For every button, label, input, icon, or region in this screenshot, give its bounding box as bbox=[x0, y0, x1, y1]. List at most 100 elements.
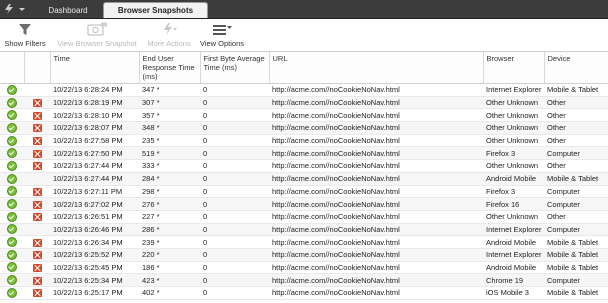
error-x-icon bbox=[32, 276, 42, 285]
checkmark-icon bbox=[7, 110, 17, 121]
error-x-icon bbox=[32, 162, 42, 171]
snapshot-icon bbox=[86, 21, 108, 37]
table-row[interactable]: 10/22/13 6:26:34 PM 239 * 0 http://acme.com… bbox=[0, 235, 608, 249]
url-cell: http://acme.com//noCookieNoNav.html bbox=[269, 197, 483, 211]
device-cell: Computer bbox=[544, 185, 608, 199]
table-row[interactable]: 10/22/13 6:28:07 PM 348 * 0 http://acme.com… bbox=[0, 121, 608, 135]
table-row[interactable]: 10/22/13 6:27:50 PM 519 * 0 http://acme.com… bbox=[0, 146, 608, 161]
table-row[interactable]: 10/22/13 6:26:51 PM 227 * 0 http://acme.com… bbox=[0, 210, 608, 224]
more-actions-button[interactable]: More Actions bbox=[145, 21, 193, 49]
table-row[interactable]: 10/22/13 6:27:02 PM 276 * 0 http://acme.com… bbox=[0, 197, 608, 211]
checkmark-icon bbox=[7, 262, 17, 273]
table-row[interactable]: 10/22/13 6:26:46 PM 286 * 0 http://acme.com… bbox=[0, 223, 608, 237]
time-cell: 10/22/13 6:27:11 PM bbox=[50, 185, 139, 199]
tab-browser-snapshots[interactable]: Browser Snapshots bbox=[103, 2, 208, 18]
device-column-header[interactable]: Device bbox=[544, 52, 608, 84]
table-header-row: Time End User Response Time (ms) First B… bbox=[0, 52, 608, 84]
status-cell bbox=[0, 273, 24, 287]
lightning-icon bbox=[161, 21, 177, 37]
browser-cell: Internet Explorer bbox=[483, 248, 544, 262]
show-filters-button[interactable]: Show Filters bbox=[4, 21, 46, 49]
browser-cell: Firefox 3 bbox=[483, 146, 544, 161]
table-row[interactable]: 10/22/13 6:27:11 PM 298 * 0 http://acme.com… bbox=[0, 185, 608, 199]
first-byte-cell: 0 bbox=[200, 197, 269, 211]
first-byte-cell: 0 bbox=[200, 286, 269, 300]
end-user-response-cell: 519 * bbox=[139, 146, 200, 161]
error-cell bbox=[24, 96, 50, 110]
first-byte-cell: 0 bbox=[200, 121, 269, 135]
error-cell bbox=[24, 210, 50, 224]
device-cell: Other bbox=[544, 121, 608, 135]
table-row[interactable]: 10/22/13 6:25:17 PM 402 * 0 http://acme.com… bbox=[0, 286, 608, 300]
first-byte-column-header[interactable]: First Byte Average Time (ms) bbox=[200, 52, 270, 84]
error-x-icon bbox=[32, 251, 42, 260]
first-byte-cell: 0 bbox=[200, 146, 269, 161]
browser-column-header[interactable]: Browser bbox=[483, 52, 545, 84]
error-cell bbox=[24, 185, 50, 199]
error-cell bbox=[24, 108, 50, 123]
device-cell: Other bbox=[544, 210, 608, 224]
end-user-response-cell: 286 * bbox=[139, 223, 200, 237]
error-x-icon bbox=[32, 187, 42, 196]
status-cell bbox=[0, 286, 24, 300]
url-cell: http://acme.com//noCookieNoNav.html bbox=[269, 210, 483, 224]
time-cell: 10/22/13 6:26:34 PM bbox=[50, 235, 139, 249]
error-x-icon bbox=[32, 149, 42, 158]
checkmark-icon bbox=[7, 135, 17, 146]
status-cell bbox=[0, 83, 24, 97]
end-user-response-cell: 239 * bbox=[139, 235, 200, 249]
error-x-icon bbox=[32, 213, 42, 222]
end-user-response-column-header[interactable]: End User Response Time (ms) bbox=[139, 52, 201, 84]
error-x-icon bbox=[32, 124, 42, 133]
table-row[interactable]: 10/22/13 6:27:44 PM 284 * 0 http://acme.com… bbox=[0, 172, 608, 186]
time-cell: 10/22/13 6:26:51 PM bbox=[50, 210, 139, 224]
view-options-label: View Options bbox=[199, 39, 245, 48]
checkmark-icon bbox=[7, 84, 17, 95]
error-cell bbox=[24, 223, 50, 237]
table-row[interactable]: 10/22/13 6:28:10 PM 357 * 0 http://acme.com… bbox=[0, 108, 608, 123]
url-cell: http://acme.com//noCookieNoNav.html bbox=[269, 286, 483, 300]
time-cell: 10/22/13 6:25:45 PM bbox=[50, 261, 139, 275]
error-cell bbox=[24, 235, 50, 249]
view-options-button[interactable]: View Options bbox=[199, 21, 245, 49]
browser-cell: Android Mobile bbox=[483, 261, 544, 275]
end-user-response-cell: 307 * bbox=[139, 96, 200, 110]
browser-cell: Android Mobile bbox=[483, 172, 544, 186]
time-column-header[interactable]: Time bbox=[50, 52, 140, 84]
table-row[interactable]: 10/22/13 6:28:19 PM 307 * 0 http://acme.com… bbox=[0, 96, 608, 110]
error-cell bbox=[24, 197, 50, 211]
device-cell: Mobile & Tablet bbox=[544, 261, 608, 275]
status-column-header[interactable] bbox=[0, 52, 25, 84]
table-row[interactable]: 10/22/13 6:25:34 PM 423 * 0 http://acme.com… bbox=[0, 273, 608, 287]
table-row[interactable]: 10/22/13 6:27:44 PM 333 * 0 http://acme.com… bbox=[0, 159, 608, 173]
status-cell bbox=[0, 261, 24, 275]
error-column-header[interactable] bbox=[24, 52, 51, 84]
error-cell bbox=[24, 248, 50, 262]
table-row[interactable]: 10/22/13 6:25:52 PM 220 * 0 http://acme.com… bbox=[0, 248, 608, 262]
time-cell: 10/22/13 6:25:17 PM bbox=[50, 286, 139, 300]
table-row[interactable]: 10/22/13 6:25:45 PM 186 * 0 http://acme.com… bbox=[0, 261, 608, 275]
status-cell bbox=[0, 248, 24, 262]
checkmark-icon bbox=[7, 186, 17, 197]
view-browser-snapshot-button[interactable]: View Browser Snapshot bbox=[56, 21, 138, 49]
status-cell bbox=[0, 235, 24, 249]
url-column-header[interactable]: URL bbox=[269, 52, 484, 84]
browser-cell: Internet Explorer bbox=[483, 83, 544, 97]
error-cell bbox=[24, 146, 50, 161]
error-cell bbox=[24, 286, 50, 300]
error-cell bbox=[24, 83, 50, 97]
status-cell bbox=[0, 96, 24, 110]
device-cell: Other bbox=[544, 134, 608, 148]
url-cell: http://acme.com//noCookieNoNav.html bbox=[269, 134, 483, 148]
table-row[interactable]: 10/22/13 6:28:24 PM 347 * 0 http://acme.com… bbox=[0, 83, 608, 97]
app-menu-button[interactable] bbox=[3, 1, 33, 17]
tab-dashboard[interactable]: Dashboard bbox=[34, 2, 102, 18]
device-cell: Computer bbox=[544, 146, 608, 161]
device-cell: Mobile & Tablet bbox=[544, 235, 608, 249]
table-row[interactable]: 10/22/13 6:27:58 PM 235 * 0 http://acme.com… bbox=[0, 134, 608, 148]
first-byte-cell: 0 bbox=[200, 248, 269, 262]
browser-cell: Firefox 3 bbox=[483, 185, 544, 199]
browser-cell: Other Unknown bbox=[483, 134, 544, 148]
error-cell bbox=[24, 134, 50, 148]
device-cell: Other bbox=[544, 108, 608, 123]
